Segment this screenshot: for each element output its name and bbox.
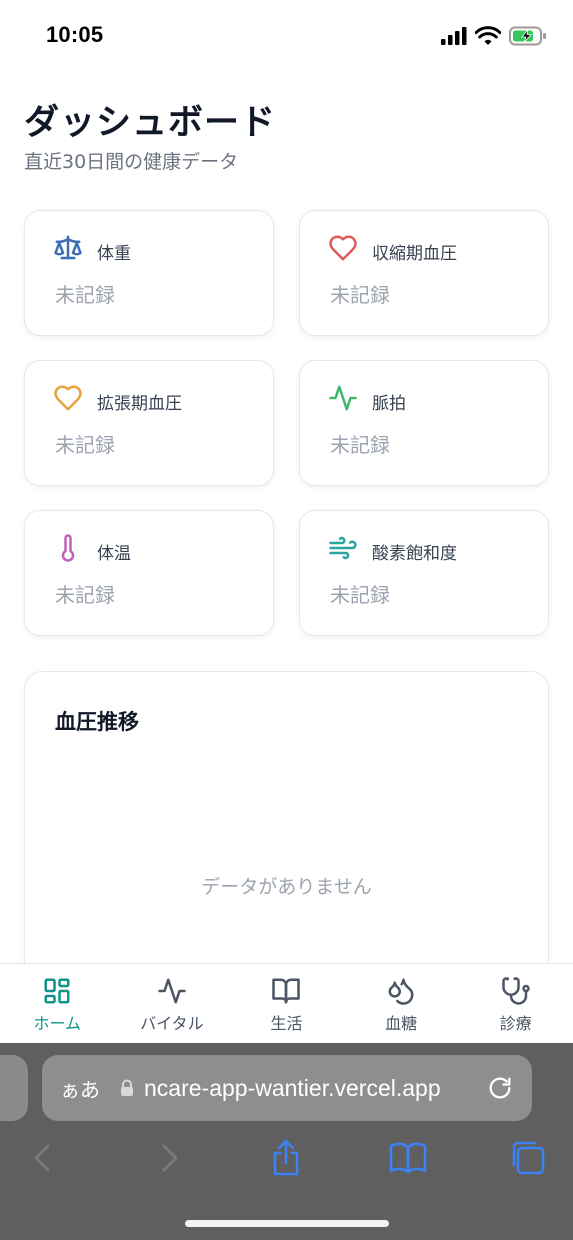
metric-value: 未記録 [55, 283, 115, 307]
metric-card-spo2[interactable]: 酸素飽和度 未記録 [299, 510, 549, 636]
wifi-icon [475, 26, 501, 45]
metric-label: 脈拍 [372, 394, 406, 414]
tabs-icon[interactable] [508, 1138, 548, 1178]
metric-card-weight[interactable]: 体重 未記録 [24, 210, 274, 336]
nav-label: ホーム [33, 1014, 82, 1033]
metric-card-systolic[interactable]: 収縮期血圧 未記録 [299, 210, 549, 336]
nav-item-medical[interactable]: 診療 [458, 964, 573, 1043]
bookmarks-icon[interactable] [388, 1138, 428, 1178]
activity-icon [158, 978, 186, 1004]
page-subtitle: 直近30日間の健康データ [24, 151, 239, 173]
metric-label: 体重 [97, 244, 131, 264]
metric-label: 収縮期血圧 [372, 244, 457, 264]
metric-value: 未記録 [55, 433, 115, 457]
battery-icon [509, 26, 546, 46]
nav-item-home[interactable]: ホーム [0, 964, 115, 1043]
metric-value: 未記録 [330, 283, 390, 307]
metric-card-temperature[interactable]: 体温 未記録 [24, 510, 274, 636]
heart-icon [54, 385, 82, 411]
page-title: ダッシュボード [24, 103, 277, 143]
nav-item-life[interactable]: 生活 [229, 964, 344, 1043]
nav-item-vitals[interactable]: バイタル [115, 964, 230, 1043]
chart-title: 血圧推移 [55, 710, 139, 734]
nav-label: 生活 [270, 1014, 303, 1033]
nav-item-blood-sugar[interactable]: 血糖 [344, 964, 459, 1043]
status-icons [441, 24, 547, 48]
browser-chrome: ぁあ ncare-app-wantier.vercel.app [0, 1043, 573, 1240]
nav-label: 血糖 [385, 1014, 418, 1033]
previous-tab-preview[interactable] [0, 1055, 28, 1121]
nav-label: バイタル [140, 1014, 204, 1033]
reader-options-button[interactable]: ぁあ [60, 1074, 100, 1103]
blood-pressure-chart-card: 血圧推移 データがありません [24, 671, 549, 1001]
metric-value: 未記録 [55, 583, 115, 607]
book-icon [272, 978, 301, 1004]
heart-icon [329, 235, 357, 261]
url-text: ncare-app-wantier.vercel.app [144, 1074, 441, 1101]
home-indicator[interactable] [185, 1220, 389, 1227]
thermometer-icon [61, 534, 75, 562]
status-bar: 10:05 [0, 0, 573, 70]
activity-icon [329, 385, 357, 411]
stethoscope-icon [501, 977, 530, 1005]
metric-label: 拡張期血圧 [97, 394, 182, 414]
address-bar[interactable]: ぁあ ncare-app-wantier.vercel.app [42, 1055, 532, 1121]
metric-card-pulse[interactable]: 脈拍 未記録 [299, 360, 549, 486]
metric-label: 体温 [97, 544, 131, 564]
metric-value: 未記録 [330, 433, 390, 457]
forward-icon[interactable] [148, 1138, 188, 1178]
nav-label: 診療 [499, 1014, 532, 1033]
cellular-signal-icon [441, 27, 467, 45]
share-icon[interactable] [266, 1138, 306, 1178]
browser-toolbar [0, 1138, 573, 1188]
wind-icon [329, 536, 357, 560]
bottom-nav: ホーム バイタル 生活 血糖 診療 [0, 963, 573, 1043]
reload-icon[interactable] [486, 1074, 514, 1102]
chart-empty-message: データがありません [201, 876, 372, 898]
grid-icon [44, 978, 70, 1004]
scale-icon [54, 235, 82, 260]
back-icon[interactable] [24, 1138, 64, 1178]
metric-value: 未記録 [330, 583, 390, 607]
status-time: 10:05 [46, 22, 104, 47]
metric-card-diastolic[interactable]: 拡張期血圧 未記録 [24, 360, 274, 486]
lock-icon [121, 1079, 133, 1096]
droplets-icon [388, 978, 414, 1005]
metric-label: 酸素飽和度 [372, 544, 457, 564]
